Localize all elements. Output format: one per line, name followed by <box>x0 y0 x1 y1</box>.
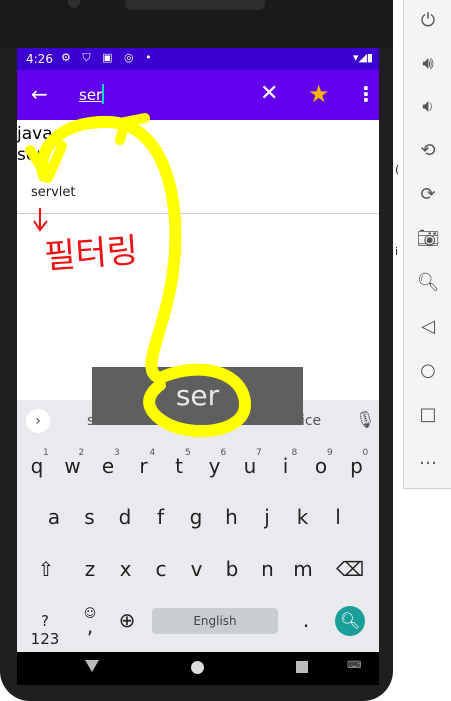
key-a[interactable]: a <box>39 505 69 529</box>
key-j[interactable]: j <box>252 505 282 529</box>
key-h[interactable]: h <box>217 505 247 529</box>
device-screen: 4:26 ⚙ ⛉ ▣ ◎ • ▾◢▮ ← ✕ ★ ⋮ java ser serv… <box>17 48 379 685</box>
key-hint: 2 <box>78 448 85 458</box>
key-hint: 3 <box>114 448 120 458</box>
key-b[interactable]: b <box>217 557 247 581</box>
more-vert-icon[interactable]: ⋮ <box>356 82 376 106</box>
key-m[interactable]: m <box>288 557 318 581</box>
status-notification-icons: ⚙ ⛉ ▣ ◎ • <box>61 51 156 64</box>
symbols-key[interactable]: ?123 <box>29 612 61 648</box>
key-c[interactable]: c <box>146 557 176 581</box>
search-icon[interactable]: 🔍︎ <box>335 606 365 636</box>
space-bar[interactable]: English <box>152 608 278 634</box>
key-l[interactable]: l <box>323 505 353 529</box>
zoom-icon[interactable]: 🔍︎ <box>404 272 451 293</box>
key-z[interactable]: z <box>75 557 105 581</box>
handwritten-annotation: 필터링 <box>42 230 140 278</box>
nav-home-icon[interactable] <box>191 661 204 674</box>
close-icon[interactable]: ✕ <box>260 81 278 106</box>
search-suggestion-item[interactable]: servlet <box>31 185 76 200</box>
emulator-toolbar: ⏻ 🔊︎ 🔉︎ ⟲ ⟳ 📷︎ 🔍︎ ◁ ○ □ … <box>403 0 451 489</box>
shift-icon[interactable]: ⇧ <box>31 557 61 581</box>
nav-back-icon[interactable] <box>85 660 99 672</box>
key-f[interactable]: f <box>146 505 176 529</box>
key-hint: 8 <box>291 448 298 458</box>
key-hint: 0 <box>362 448 369 458</box>
rotate-left-icon[interactable]: ⟲ <box>404 140 451 161</box>
key-hint: 1 <box>43 448 49 458</box>
system-nav-bar: ⌨ <box>17 652 379 685</box>
key-k[interactable]: k <box>288 505 318 529</box>
arrow-left-icon[interactable]: ← <box>31 82 48 106</box>
volume-up-icon[interactable]: 🔊︎ <box>404 53 451 74</box>
key-d[interactable]: d <box>110 505 140 529</box>
overview-icon[interactable]: □ <box>404 404 451 425</box>
search-input[interactable] <box>79 83 249 107</box>
back-icon[interactable]: ◁ <box>404 316 451 337</box>
power-icon[interactable]: ⏻ <box>404 10 451 31</box>
text-cursor <box>102 84 104 104</box>
volume-down-icon[interactable]: 🔉︎ <box>404 96 451 117</box>
key-hint: 5 <box>185 448 191 458</box>
microphone-icon[interactable]: 🎙 <box>355 410 375 429</box>
key-n[interactable]: n <box>253 557 283 581</box>
toast-message: ser <box>92 367 303 425</box>
status-time: 4:26 <box>26 52 53 66</box>
background-text: ( <box>395 163 400 176</box>
rotate-right-icon[interactable]: ⟳ <box>404 184 451 205</box>
divider <box>17 213 379 214</box>
key-g[interactable]: g <box>181 505 211 529</box>
home-icon[interactable]: ○ <box>404 360 451 381</box>
key-x[interactable]: x <box>111 557 141 581</box>
key-s[interactable]: s <box>75 505 105 529</box>
backspace-icon[interactable]: ⌫ <box>335 557 365 581</box>
star-icon[interactable]: ★ <box>308 80 330 108</box>
keyboard-switch-icon[interactable]: ⌨ <box>347 660 361 671</box>
camera-icon[interactable]: 📷︎ <box>404 228 451 249</box>
status-signal-battery-icons: ▾◢▮ <box>352 51 373 64</box>
nav-recents-icon[interactable] <box>296 661 308 673</box>
phone-device: 4:26 ⚙ ⛉ ▣ ◎ • ▾◢▮ ← ✕ ★ ⋮ java ser serv… <box>0 0 393 701</box>
key-hint: 4 <box>149 448 156 458</box>
chevron-right-icon[interactable]: › <box>26 409 50 433</box>
result-item[interactable]: java <box>17 124 53 145</box>
period-key[interactable]: . <box>291 608 321 632</box>
result-item[interactable]: ser <box>17 145 53 166</box>
globe-icon[interactable]: ⊕ <box>112 608 142 632</box>
key-hint: 9 <box>327 448 333 458</box>
app-bar: ← ✕ ★ ⋮ <box>17 70 379 120</box>
speaker-grille <box>125 0 265 10</box>
soft-keyboard: › ser set service 🎙 q1w2e3r4t5y6u7i8o9p0… <box>17 400 379 652</box>
result-list: java ser <box>17 124 53 166</box>
key-v[interactable]: v <box>182 557 212 581</box>
status-bar: 4:26 ⚙ ⛉ ▣ ◎ • ▾◢▮ <box>17 48 379 70</box>
more-icon[interactable]: … <box>404 448 451 469</box>
comma-key[interactable]: , <box>75 614 105 638</box>
background-text: i <box>395 245 399 258</box>
key-hint: 7 <box>256 448 262 458</box>
key-hint: 6 <box>220 448 227 458</box>
